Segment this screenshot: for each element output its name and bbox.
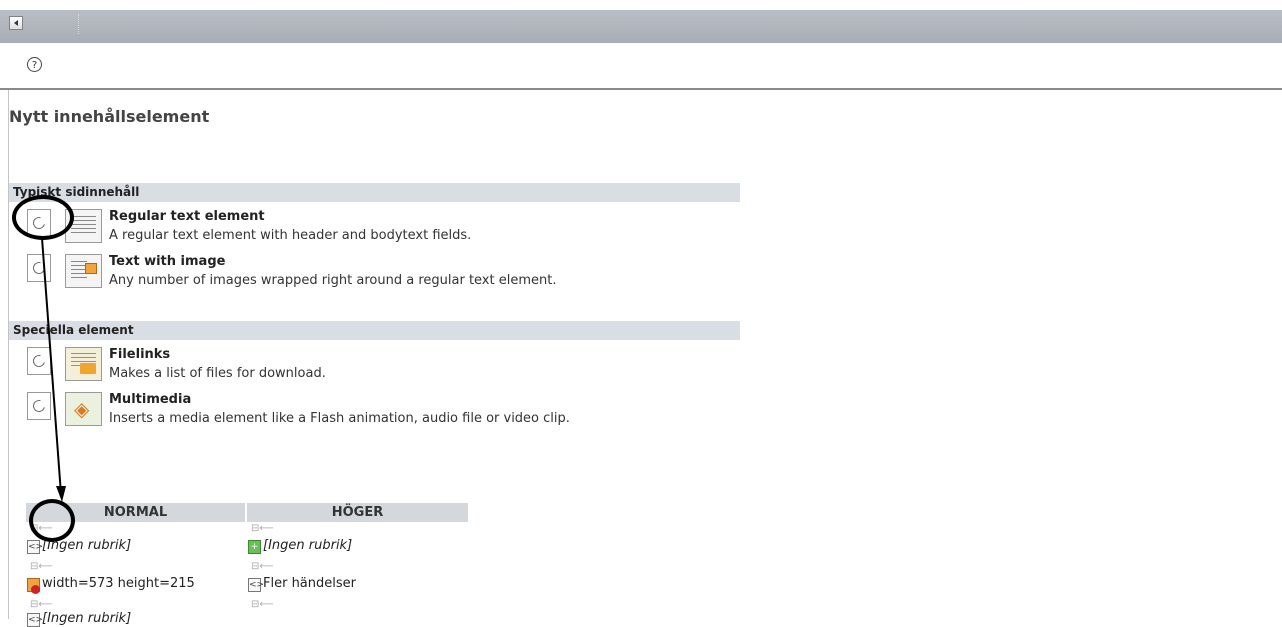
annotation-arrow	[41, 237, 66, 502]
